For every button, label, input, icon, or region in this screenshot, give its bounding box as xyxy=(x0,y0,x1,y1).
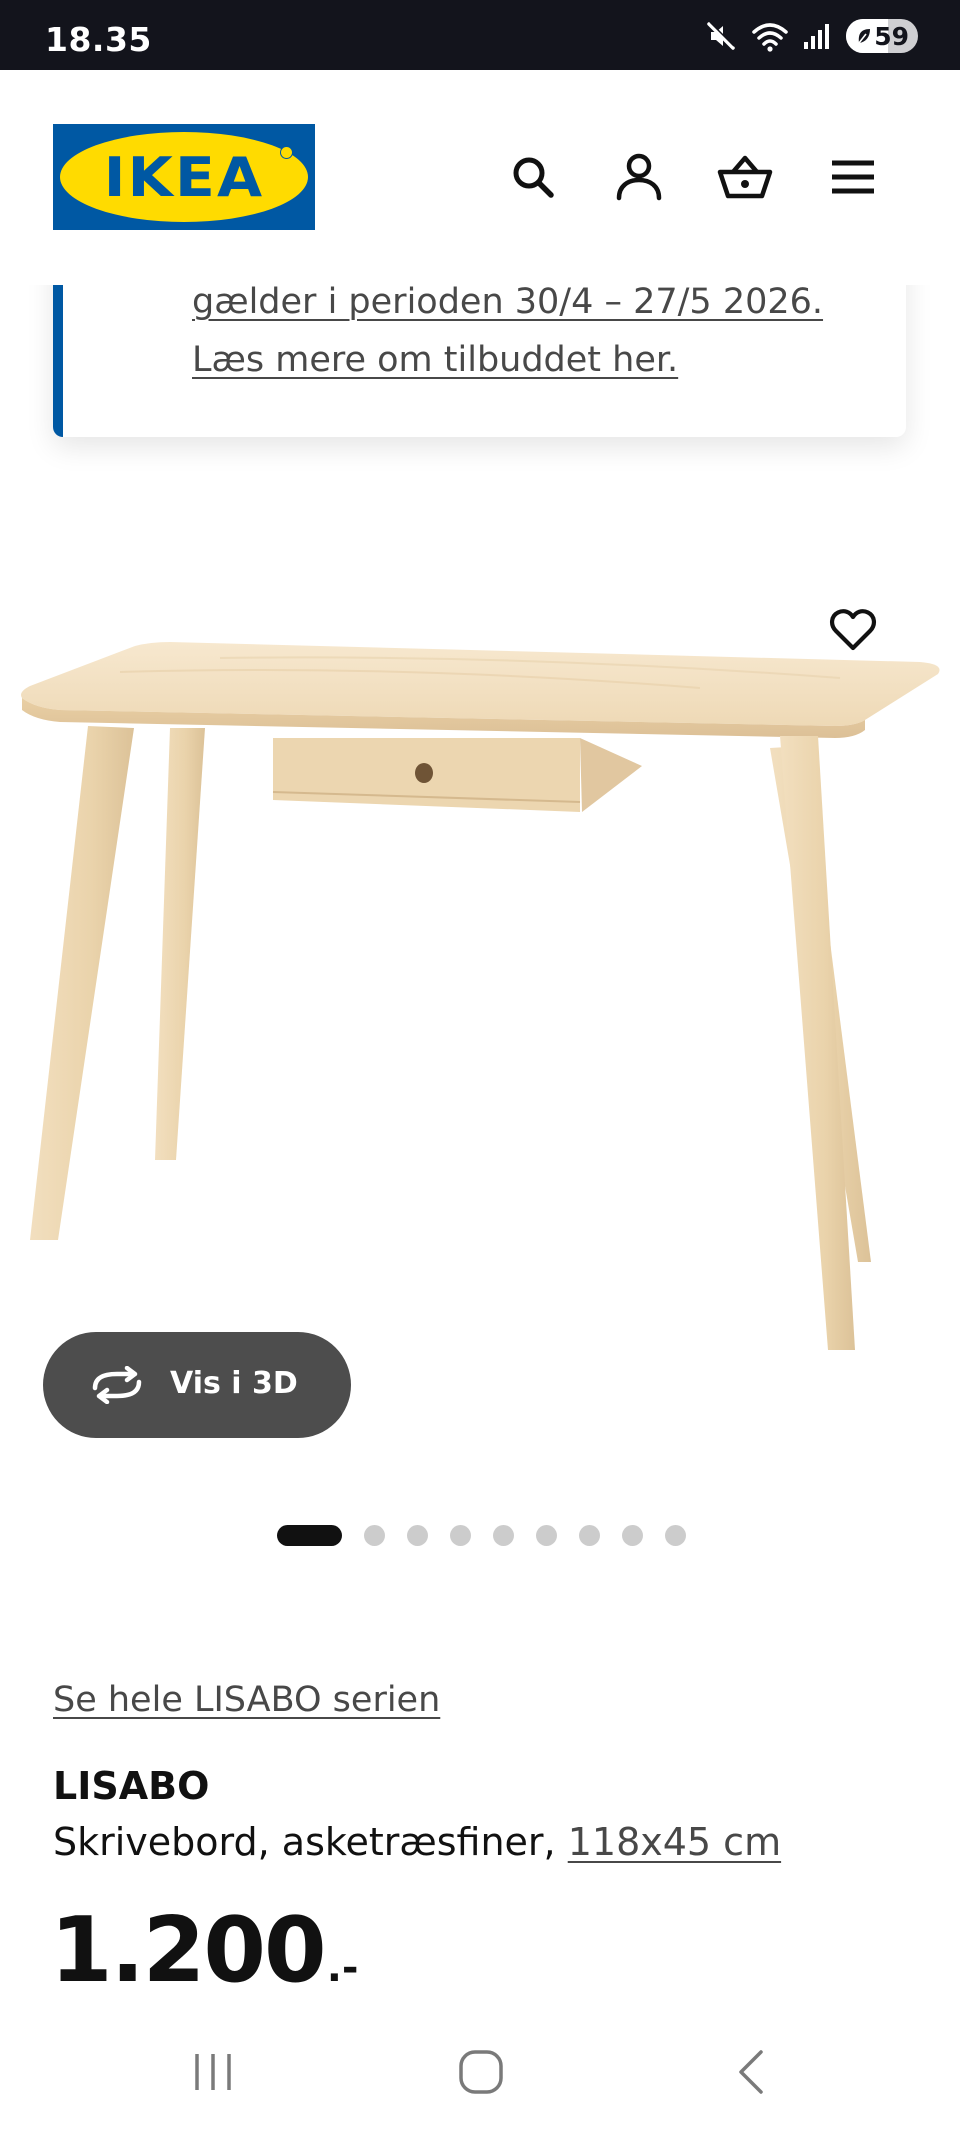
status-bar: 18.35 59 xyxy=(0,0,960,70)
price-value: 1.200 xyxy=(50,1898,327,2003)
home-icon xyxy=(459,2050,503,2094)
status-time: 18.35 xyxy=(45,20,152,59)
home-button[interactable] xyxy=(436,2027,526,2117)
back-icon xyxy=(739,2050,763,2094)
navigation-bar xyxy=(0,2003,960,2133)
favorite-button[interactable] xyxy=(820,600,886,660)
recent-apps-icon xyxy=(195,2054,231,2090)
price-suffix: .- xyxy=(326,1945,359,1991)
registered-mark xyxy=(280,146,293,159)
ikea-logo[interactable]: IKEA xyxy=(53,124,315,230)
menu-button[interactable] xyxy=(818,142,888,212)
status-icons: 59 xyxy=(704,18,918,54)
basket-button[interactable] xyxy=(710,142,780,212)
battery-percent: 59 xyxy=(874,21,909,51)
profile-button[interactable] xyxy=(604,142,674,212)
menu-icon xyxy=(832,160,874,194)
carousel-dots xyxy=(277,1524,686,1546)
wifi-icon xyxy=(752,20,788,52)
carousel-dot[interactable] xyxy=(579,1524,600,1546)
series-link[interactable]: Se hele LISABO serien xyxy=(53,1680,440,1720)
back-left-leg xyxy=(155,728,205,1160)
battery-saver-icon xyxy=(858,29,870,44)
front-left-leg xyxy=(30,726,134,1240)
front-right-leg xyxy=(780,736,855,1350)
product-image[interactable] xyxy=(0,560,960,1380)
carousel-dot[interactable] xyxy=(450,1524,471,1546)
heart-icon xyxy=(830,609,876,651)
site-header: IKEA xyxy=(0,70,960,285)
product-description-text: Skrivebord, asketræsfiner, xyxy=(53,1820,568,1864)
view-3d-button[interactable]: Vis i 3D xyxy=(43,1332,351,1438)
back-button[interactable] xyxy=(706,2027,796,2117)
carousel-dot-active[interactable] xyxy=(277,1524,342,1546)
rotate-3d-icon xyxy=(92,1366,142,1404)
carousel-dot[interactable] xyxy=(493,1524,514,1546)
promo-read-more-link[interactable]: Læs mere om tilbuddet her. xyxy=(192,340,678,380)
product-description: Skrivebord, asketræsfiner, 118x45 cm xyxy=(53,1820,781,1864)
profile-icon xyxy=(616,153,662,201)
drawer-handle-hole xyxy=(415,763,433,783)
product-name: LISABO xyxy=(53,1764,210,1808)
carousel-dot[interactable] xyxy=(407,1524,428,1546)
search-icon xyxy=(513,157,554,198)
carousel-dot[interactable] xyxy=(622,1524,643,1546)
basket-icon xyxy=(717,155,773,199)
carousel-dot[interactable] xyxy=(536,1524,557,1546)
product-price: 1.200 .- xyxy=(50,1906,358,1996)
drawer-side xyxy=(580,738,642,812)
mute-icon xyxy=(704,19,738,53)
view-3d-label: Vis i 3D xyxy=(170,1366,298,1401)
carousel-dot[interactable] xyxy=(665,1524,686,1546)
size-link[interactable]: 118x45 cm xyxy=(568,1820,781,1864)
signal-icon xyxy=(802,21,832,51)
logo-wordmark: IKEA xyxy=(103,145,265,209)
carousel-dot[interactable] xyxy=(364,1524,385,1546)
search-button[interactable] xyxy=(498,142,568,212)
promo-period-link[interactable]: gælder i perioden 30/4 – 27/5 2026. xyxy=(192,282,823,322)
battery-icon: 59 xyxy=(846,19,918,53)
recent-apps-button[interactable] xyxy=(168,2027,258,2117)
